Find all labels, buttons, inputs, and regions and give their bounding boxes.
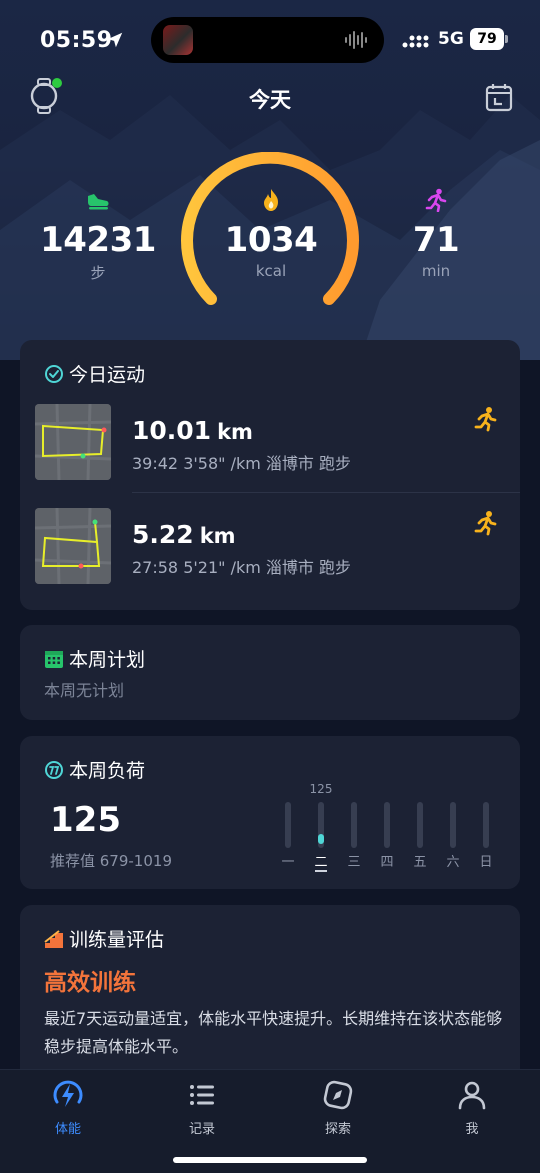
training-eval-title-text: 训练量评估 <box>69 929 165 951</box>
activity-row[interactable]: 10.01 km 39:42 3'58" /km 淄博市 跑步 <box>20 402 520 502</box>
tab-records[interactable]: 记录 <box>162 1078 242 1137</box>
load-bar-track <box>351 802 357 848</box>
weekly-plan-card[interactable]: 本周计划 本周无计划 <box>20 625 520 720</box>
activity-divider <box>132 492 520 493</box>
network-type: 5G <box>438 29 464 49</box>
status-time: 05:59 <box>40 28 113 53</box>
tab-explore[interactable]: 探索 <box>298 1078 378 1137</box>
route-map-icon <box>35 404 111 480</box>
weekly-load-title: 本周负荷 <box>44 756 145 783</box>
load-bar-fill <box>318 834 324 844</box>
activity-meta: 39:42 3'58" /km 淄博市 跑步 <box>132 454 351 473</box>
minutes-value: 71 <box>412 220 460 260</box>
stairs-icon <box>44 929 63 948</box>
calendar-icon[interactable] <box>485 82 513 112</box>
load-bar-day-label: 四 <box>380 855 394 870</box>
steps-unit: 步 <box>90 264 106 282</box>
minutes-stat[interactable]: 71 min <box>376 188 496 280</box>
running-person-icon <box>425 188 447 212</box>
steps-stat[interactable]: 14231 步 <box>38 188 158 283</box>
load-bar-day-label: 日 <box>479 855 493 870</box>
load-bar-day-label: 五 <box>413 855 427 870</box>
lightning-circle-icon <box>53 1080 83 1107</box>
check-circle-icon <box>45 364 63 383</box>
minutes-unit: min <box>421 262 451 280</box>
weekly-load-value: 125 <box>50 800 121 840</box>
page-title: 今天 <box>249 88 291 112</box>
activity-distance-value: 5.22 <box>132 520 194 549</box>
activity-row[interactable]: 5.22 km 27:58 5'21" /km 淄博市 跑步 <box>20 506 520 606</box>
training-description: 最近7天运动量适宜，体能水平快速提升。长期维持在该状态能够稳步提高体能水平。 <box>44 1009 503 1056</box>
weekly-load-title-text: 本周负荷 <box>69 760 146 782</box>
audio-waveform-icon <box>345 31 367 49</box>
now-playing-artwork-icon <box>163 25 193 55</box>
dynamic-island[interactable] <box>151 17 384 63</box>
tab-me[interactable]: 我 <box>432 1078 512 1137</box>
load-bar-day-label: 一 <box>281 855 295 870</box>
tab-fitness[interactable]: 体能 <box>28 1078 108 1137</box>
battery-icon: 79 <box>470 28 504 50</box>
today-sport-title-text: 今日运动 <box>69 364 146 386</box>
list-icon <box>190 1085 214 1105</box>
load-bar-track <box>318 802 324 848</box>
weekly-load-recommended: 推荐值 679-1019 <box>50 852 172 870</box>
activity-distance-unit: km <box>217 420 253 444</box>
route-map-thumbnail <box>35 404 111 480</box>
today-sport-card: 今日运动 10.01 km 39:42 3'58" /km 淄博市 跑步 5.2… <box>20 340 520 610</box>
calories-stat[interactable]: 1034 kcal <box>211 188 331 280</box>
calories-value: 1034 <box>224 220 318 260</box>
battery-tip <box>505 35 508 43</box>
tab-label: 体能 <box>54 1122 81 1137</box>
load-bar-day-label: 二 <box>314 855 328 870</box>
weekly-plan-title-text: 本周计划 <box>69 649 146 671</box>
calories-unit: kcal <box>255 262 287 280</box>
weekly-plan-title: 本周计划 <box>44 645 145 672</box>
load-bar-track <box>285 802 291 848</box>
compass-icon <box>323 1080 353 1110</box>
load-bar-day-label: 六 <box>446 855 460 870</box>
flame-icon <box>264 189 278 211</box>
activity-distance-unit: km <box>199 524 236 548</box>
load-gauge-icon <box>45 760 63 779</box>
load-bar-track <box>417 802 423 848</box>
load-bar-value: 125 <box>309 782 333 796</box>
today-sport-title: 今日运动 <box>44 360 145 387</box>
route-map-icon <box>35 508 111 584</box>
load-bar-track <box>450 802 456 848</box>
current-day-indicator <box>315 870 327 872</box>
activity-distance: 10.01 km <box>132 416 253 445</box>
activity-distance: 5.22 km <box>132 520 236 549</box>
cellular-signal-icon <box>402 35 429 48</box>
calendar-grid-icon <box>45 650 63 668</box>
load-bar-day-label: 三 <box>347 855 361 870</box>
weekly-plan-subtitle: 本周无计划 <box>44 681 125 700</box>
activity-distance-value: 10.01 <box>132 416 212 445</box>
running-activity-icon <box>474 511 497 536</box>
home-indicator <box>173 1157 367 1163</box>
load-bar-track <box>483 802 489 848</box>
steps-value: 14231 <box>40 220 156 260</box>
location-arrow-icon <box>107 32 123 48</box>
weekly-load-card[interactable]: 本周负荷 125 推荐值 679-1019 一 125 二 三 四 五 六 日 <box>20 736 520 889</box>
tab-label: 探索 <box>324 1122 351 1137</box>
running-activity-icon <box>474 407 497 432</box>
training-level: 高效训练 <box>44 970 136 996</box>
tab-label: 我 <box>465 1122 479 1137</box>
person-icon <box>458 1081 486 1110</box>
training-eval-title: 训练量评估 <box>44 925 164 952</box>
weekly-load-chart: 一 125 二 三 四 五 六 日 <box>278 782 498 882</box>
tab-label: 记录 <box>188 1122 215 1137</box>
load-bar-track <box>384 802 390 848</box>
activity-meta: 27:58 5'21" /km 淄博市 跑步 <box>132 558 351 577</box>
route-map-thumbnail <box>35 508 111 584</box>
shoe-icon <box>88 194 109 210</box>
status-bar: 05:59 5G 79 <box>0 0 540 80</box>
